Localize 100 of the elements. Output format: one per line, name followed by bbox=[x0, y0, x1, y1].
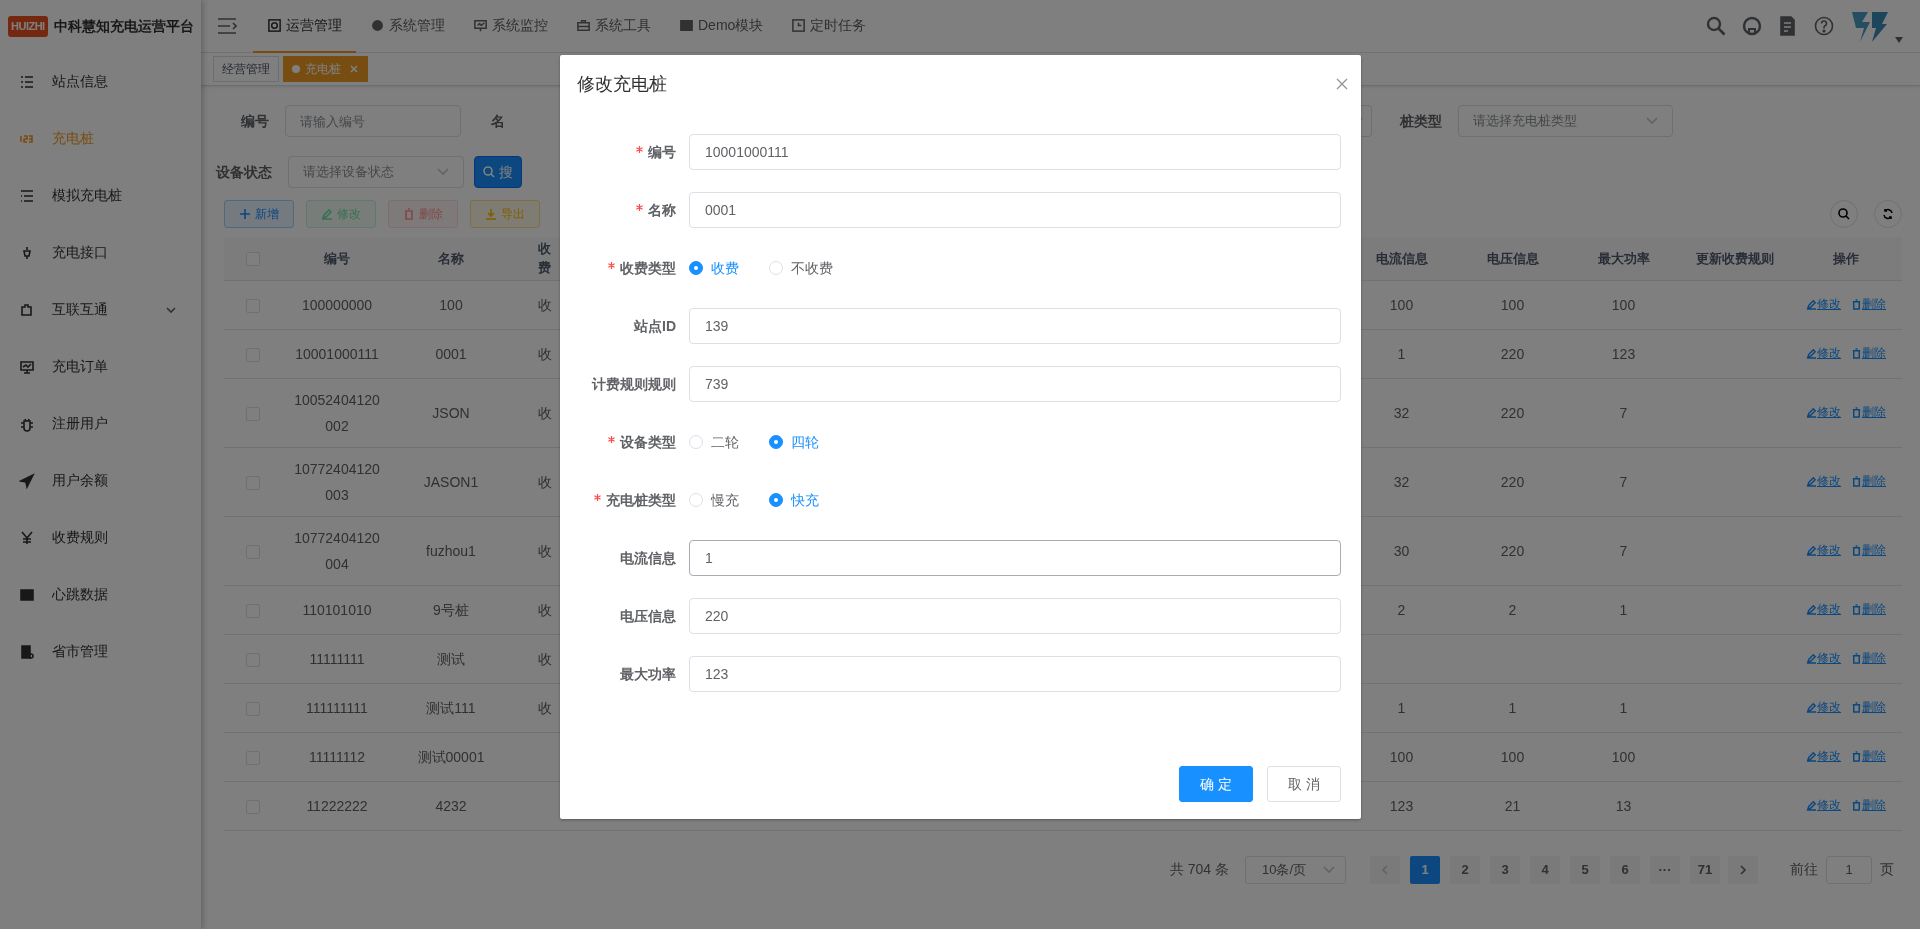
edit-link[interactable]: 修改 bbox=[1806, 537, 1841, 564]
trash-icon bbox=[1851, 799, 1862, 811]
top-menu-tab[interactable]: 定时任务 bbox=[777, 0, 881, 53]
menu-icon bbox=[217, 17, 237, 35]
close-icon[interactable] bbox=[1335, 77, 1349, 91]
delete-link[interactable]: 删除 bbox=[1851, 743, 1886, 770]
edit-link[interactable]: 修改 bbox=[1806, 468, 1841, 495]
page-button[interactable]: ··· bbox=[1650, 855, 1680, 884]
help-icon[interactable] bbox=[1814, 16, 1834, 36]
field-label: 桩类型 bbox=[1400, 111, 1442, 131]
page-button[interactable]: 5 bbox=[1570, 855, 1600, 884]
table-cell: 100000000 bbox=[301, 296, 373, 313]
sidebar-item[interactable]: 充电接口 bbox=[0, 224, 201, 281]
page-button[interactable]: 1 bbox=[1410, 855, 1440, 884]
top-menu-tab[interactable]: 系统管理 bbox=[356, 0, 459, 53]
sidebar-item[interactable]: 充电桩 bbox=[0, 110, 201, 167]
radio-option[interactable]: 不收费 bbox=[769, 257, 833, 279]
top-menu-tab[interactable]: Demo模块 bbox=[665, 0, 778, 53]
sidebar-item[interactable]: 注册用户 bbox=[0, 395, 201, 452]
edit-link[interactable]: 修改 bbox=[1806, 743, 1841, 770]
table-cell: 收 bbox=[538, 473, 552, 490]
refresh-button[interactable] bbox=[1874, 200, 1902, 228]
pencil-icon bbox=[1806, 603, 1817, 615]
previous-page-button[interactable] bbox=[1370, 855, 1400, 884]
table-cell: 10052404120002 bbox=[294, 391, 380, 434]
page-button[interactable]: 71 bbox=[1690, 855, 1720, 884]
document-icon[interactable] bbox=[1778, 16, 1798, 36]
table-cell: 1 bbox=[1397, 699, 1406, 716]
radio-option[interactable]: 二轮 bbox=[689, 431, 739, 453]
column-header: 更新收费规则 bbox=[1695, 250, 1774, 266]
field-label: 电压信息 bbox=[620, 606, 676, 626]
text-field[interactable]: 10001000111 bbox=[689, 134, 1341, 170]
add-button[interactable]: 新增 bbox=[224, 200, 294, 228]
monitor-icon bbox=[19, 358, 35, 375]
delete-link[interactable]: 删除 bbox=[1851, 291, 1886, 318]
edit-link[interactable]: 修改 bbox=[1806, 792, 1841, 819]
edit-link[interactable]: 修改 bbox=[1806, 694, 1841, 721]
delete-link[interactable]: 删除 bbox=[1851, 596, 1886, 623]
sidebar-item[interactable]: 心跳数据 bbox=[0, 566, 201, 623]
text-field[interactable]: 139 bbox=[689, 308, 1341, 344]
edit-link[interactable]: 修改 bbox=[1806, 399, 1841, 426]
text-field[interactable]: 123 bbox=[689, 656, 1341, 692]
sidebar-item[interactable]: 收费规则 bbox=[0, 509, 201, 566]
text-field[interactable]: 0001 bbox=[689, 192, 1341, 228]
page-number-field[interactable]: 1 bbox=[1826, 855, 1872, 884]
tab[interactable]: 充电桩 bbox=[283, 56, 368, 82]
edit-link[interactable]: 修改 bbox=[1806, 596, 1841, 623]
search-button[interactable]: 搜 bbox=[474, 156, 522, 188]
page-button[interactable]: 2 bbox=[1450, 855, 1480, 884]
next-page-button[interactable] bbox=[1728, 855, 1758, 884]
table-cell: 110101010 bbox=[302, 601, 372, 618]
confirm-button[interactable]: 确 定 bbox=[1179, 766, 1254, 802]
pencil-icon bbox=[1806, 544, 1817, 556]
table-cell: 9号桩 bbox=[433, 601, 469, 618]
table-cell: 测试 bbox=[437, 650, 465, 667]
delete-link[interactable]: 删除 bbox=[1851, 645, 1886, 672]
edit-link[interactable]: 修改 bbox=[1806, 340, 1841, 367]
delete-link[interactable]: 删除 bbox=[1851, 340, 1886, 367]
delete-link[interactable]: 删除 bbox=[1851, 399, 1886, 426]
sidebar-item[interactable]: 充电订单 bbox=[0, 338, 201, 395]
delete-link[interactable]: 删除 bbox=[1851, 792, 1886, 819]
sidebar-item[interactable]: 模拟充电桩 bbox=[0, 167, 201, 224]
delete-link[interactable]: 删除 bbox=[1851, 694, 1886, 721]
radio-option[interactable]: 收费 bbox=[689, 257, 739, 279]
top-menu-tab[interactable]: 运营管理 bbox=[253, 0, 356, 53]
page-button[interactable]: 4 bbox=[1530, 855, 1560, 884]
pencil-icon bbox=[1806, 475, 1817, 487]
top-menu-tab[interactable]: 系统工具 bbox=[562, 0, 665, 53]
radio-option[interactable]: 四轮 bbox=[769, 431, 819, 453]
delete-link[interactable]: 删除 bbox=[1851, 468, 1886, 495]
field-label: 电流信息 bbox=[620, 548, 676, 568]
text-field[interactable]: 739 bbox=[689, 366, 1341, 402]
edit-link[interactable]: 修改 bbox=[1806, 645, 1841, 672]
text-field[interactable]: 220 bbox=[689, 598, 1341, 634]
radio-button[interactable] bbox=[769, 493, 783, 507]
sidebar-item[interactable]: 用户余额 bbox=[0, 452, 201, 509]
plus-icon bbox=[239, 208, 251, 220]
trash-icon bbox=[1851, 298, 1862, 310]
page-button[interactable]: 3 bbox=[1490, 855, 1520, 884]
sidebar-item[interactable]: 省市管理 bbox=[0, 623, 201, 680]
sidebar-item[interactable]: 站点信息 bbox=[0, 53, 201, 110]
search-icon[interactable] bbox=[1706, 16, 1726, 36]
radio-option[interactable]: 慢充 bbox=[689, 489, 739, 511]
search-toggle-button[interactable] bbox=[1830, 200, 1858, 228]
text-field[interactable]: 1 bbox=[689, 540, 1341, 576]
refresh-icon bbox=[1882, 208, 1894, 220]
radio-button[interactable] bbox=[769, 435, 783, 449]
radio-button[interactable] bbox=[689, 261, 703, 275]
edit-link[interactable]: 修改 bbox=[1806, 291, 1841, 318]
table-cell: 1 bbox=[1397, 345, 1406, 362]
sidebar-item[interactable]: 互联互通 bbox=[0, 281, 201, 338]
page-size-select[interactable]: 10条/页 bbox=[1245, 855, 1346, 884]
table-cell: 32 bbox=[1393, 404, 1410, 421]
top-menu-tab[interactable]: 系统监控 bbox=[459, 0, 562, 53]
page-button[interactable]: 6 bbox=[1610, 855, 1640, 884]
trash-icon bbox=[1851, 406, 1862, 418]
delete-link[interactable]: 删除 bbox=[1851, 537, 1886, 564]
radio-option[interactable]: 快充 bbox=[769, 489, 819, 511]
cancel-button[interactable]: 取 消 bbox=[1267, 766, 1341, 802]
tab[interactable]: 经营管理 bbox=[213, 56, 279, 82]
